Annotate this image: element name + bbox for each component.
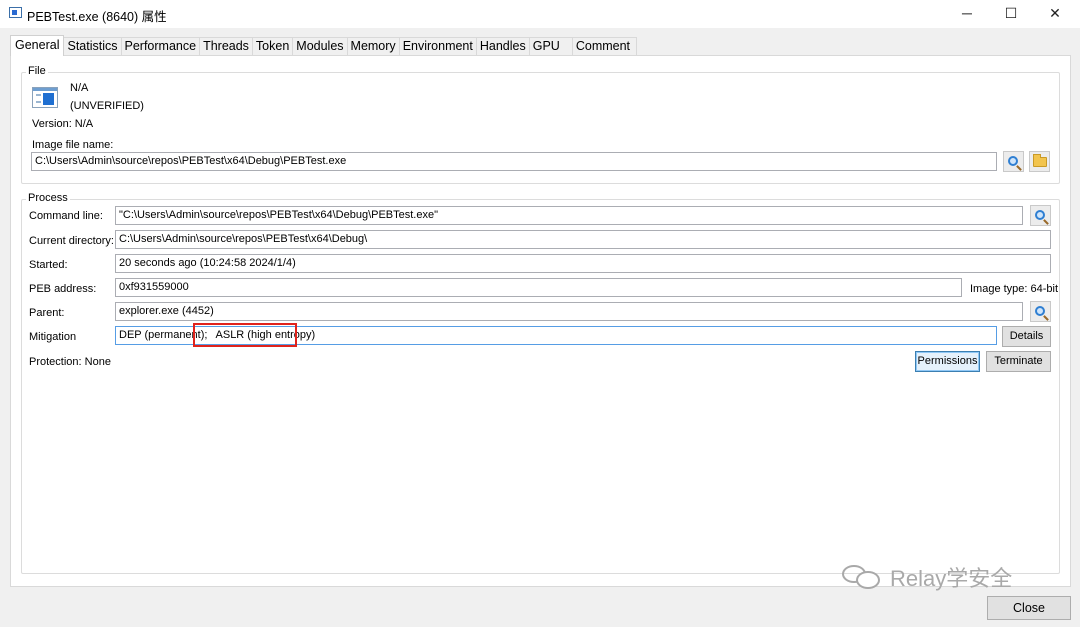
details-button[interactable]: Details — [1002, 326, 1051, 347]
process-group-title: Process — [26, 192, 70, 204]
close-window-button[interactable]: ✕ — [1032, 0, 1078, 26]
wechat-icon — [842, 563, 886, 591]
terminate-button[interactable]: Terminate — [986, 351, 1051, 372]
image-file-name-field[interactable]: C:\Users\Admin\source\repos\PEBTest\x64\… — [31, 152, 997, 171]
tab-modules[interactable]: Modules — [292, 37, 348, 56]
tab-memory[interactable]: Memory — [346, 37, 400, 56]
started-label: Started: — [29, 259, 68, 271]
image-file-name-label: Image file name: — [32, 139, 114, 151]
file-version: Version: N/A — [32, 118, 94, 130]
close-button[interactable]: Close — [987, 596, 1071, 620]
inspect-parent-button[interactable] — [1030, 301, 1051, 322]
tab-performance[interactable]: Performance — [120, 37, 201, 56]
magnifier-icon — [1034, 305, 1045, 316]
tab-general[interactable]: General — [10, 35, 65, 56]
tab-statistics[interactable]: Statistics — [63, 37, 122, 56]
magnifier-icon — [1034, 209, 1045, 220]
current-directory-label: Current directory: — [29, 235, 114, 247]
peb-address-field[interactable]: 0xf931559000 — [115, 278, 962, 297]
watermark: Relay学安全 — [842, 561, 1012, 593]
tab-comment[interactable]: Comment — [571, 37, 638, 56]
tab-gpu[interactable]: GPU — [528, 37, 573, 56]
tab-threads[interactable]: Threads — [199, 37, 253, 56]
magnifier-icon — [1007, 155, 1018, 166]
executable-file-icon — [32, 87, 58, 108]
aslr-highlight-box — [193, 323, 297, 347]
folder-icon — [1032, 153, 1047, 167]
permissions-button[interactable]: Permissions — [915, 351, 980, 372]
protection-label: Protection: None — [29, 356, 111, 368]
title-bar: PEBTest.exe (8640) 属性 ─ ☐ ✕ — [0, 0, 1080, 28]
watermark-text: Relay学安全 — [890, 566, 1013, 591]
tab-handles[interactable]: Handles — [475, 37, 530, 56]
peb-address-label: PEB address: — [29, 283, 97, 295]
started-field[interactable]: 20 seconds ago (10:24:58 2024/1/4) — [115, 254, 1051, 273]
image-type-label: Image type: 64-bit — [970, 283, 1059, 295]
file-company: (UNVERIFIED) — [70, 100, 144, 112]
tab-bar: General Statistics Performance Threads T… — [10, 35, 638, 56]
inspect-file-button[interactable] — [1003, 151, 1024, 172]
tab-token[interactable]: Token — [251, 37, 294, 56]
minimize-button[interactable]: ─ — [944, 0, 990, 26]
file-description: N/A — [70, 82, 89, 94]
command-line-label: Command line: — [29, 210, 103, 222]
current-directory-field[interactable]: C:\Users\Admin\source\repos\PEBTest\x64\… — [115, 230, 1051, 249]
tab-environment[interactable]: Environment — [398, 37, 477, 56]
command-line-field[interactable]: "C:\Users\Admin\source\repos\PEBTest\x64… — [115, 206, 1023, 225]
parent-field[interactable]: explorer.exe (4452) — [115, 302, 1023, 321]
window-title: PEBTest.exe (8640) 属性 — [27, 10, 167, 24]
file-group-title: File — [26, 65, 48, 77]
maximize-button[interactable]: ☐ — [988, 0, 1034, 26]
open-folder-button[interactable] — [1029, 151, 1050, 172]
mitigation-label: Mitigation — [29, 331, 77, 343]
inspect-command-line-button[interactable] — [1030, 205, 1051, 226]
parent-label: Parent: — [29, 307, 65, 319]
app-window-icon — [9, 7, 22, 18]
